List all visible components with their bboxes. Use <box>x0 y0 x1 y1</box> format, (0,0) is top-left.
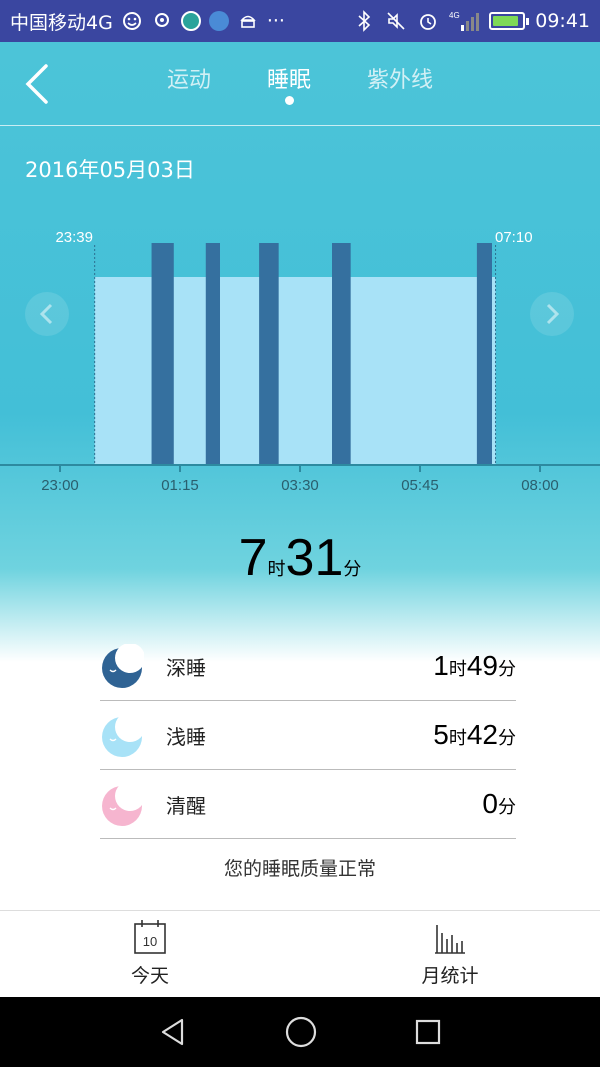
sleep-quality-text: 您的睡眠质量正常 <box>223 858 376 880</box>
deep-sleep-bar <box>332 243 351 465</box>
location-notification-icon <box>151 10 173 32</box>
hours-unit: 时 <box>267 559 286 580</box>
status-bar: 中国移动4G ··· 4G 09:41 <box>0 0 600 42</box>
bottom-tab-bar: 10 今天 月统计 <box>0 910 600 997</box>
tab-exercise[interactable]: 运动 <box>167 62 211 94</box>
stage-row-awake: 清醒 0分 <box>100 770 516 839</box>
home-circle-icon[interactable] <box>285 1016 317 1048</box>
stage-duration: 5时42分 <box>433 719 516 750</box>
deep-sleep-bar <box>476 243 492 465</box>
stage-row-deep: 深睡 1时49分 <box>100 632 516 701</box>
deep-sleep-bar <box>205 243 220 465</box>
x-tick-label: 05:45 <box>401 477 439 494</box>
tab-today[interactable]: 10 今天 <box>0 911 300 997</box>
x-tick-label: 03:30 <box>281 477 319 494</box>
tab-monthly-label: 月统计 <box>421 965 479 987</box>
total-hours: 7 <box>238 529 268 587</box>
deep-sleep-bar <box>151 243 174 465</box>
top-nav: 运动 睡眠 紫外线 <box>0 42 600 126</box>
battery-icon <box>489 12 530 30</box>
moon-deep-icon <box>102 644 144 688</box>
sleep-chart: 23:00 01:15 03:30 05:45 08:00 23:39 07:10 <box>0 229 600 494</box>
tab-monthly-stats[interactable]: 月统计 <box>300 911 600 997</box>
bar-chart-icon <box>435 925 465 954</box>
back-triangle-icon[interactable] <box>158 1017 188 1047</box>
recents-square-icon[interactable] <box>414 1018 442 1046</box>
tab-today-label: 今天 <box>130 965 169 987</box>
signal-icon: 4G <box>449 10 480 32</box>
system-nav-bar <box>0 997 600 1067</box>
stage-name: 清醒 <box>166 793 206 818</box>
sleep-start-label: 23:39 <box>55 229 93 246</box>
stage-duration: 1时49分 <box>433 650 516 681</box>
more-notifications-icon: ··· <box>266 10 285 32</box>
smiley-notification-icon <box>121 10 143 32</box>
stage-duration: 0分 <box>482 788 516 819</box>
stage-row-light: 浅睡 5时42分 <box>100 701 516 770</box>
sleep-end-label: 07:10 <box>495 229 533 246</box>
total-minutes: 31 <box>285 529 344 587</box>
moon-light-icon <box>102 713 144 757</box>
date-label: 2016年05月03日 <box>25 158 195 182</box>
app-notification-icon <box>180 11 201 31</box>
total-sleep: 7时31分 <box>0 528 600 588</box>
x-tick-label: 23:00 <box>41 477 79 494</box>
calendar-icon: 10 <box>134 920 166 954</box>
mute-icon <box>385 10 407 32</box>
clock-label: 09:41 <box>535 10 590 32</box>
moon-awake-icon <box>102 782 144 826</box>
alarm-icon <box>417 10 439 32</box>
minutes-unit: 分 <box>343 559 362 580</box>
sleep-stage-list: 深睡 1时49分 浅睡 5时42分 清醒 0分 <box>100 632 516 839</box>
app-notification-icon-2 <box>208 11 229 31</box>
x-tick-label: 08:00 <box>521 477 559 494</box>
network-type-label: 4G <box>449 11 460 20</box>
carrier-label: 中国移动4G <box>10 11 113 34</box>
active-tab-indicator <box>284 96 294 105</box>
bluetooth-icon <box>353 10 375 32</box>
svg-text:10: 10 <box>143 934 157 949</box>
tab-uv[interactable]: 紫外线 <box>367 62 433 94</box>
tab-sleep[interactable]: 睡眠 <box>267 62 311 105</box>
stage-name: 深睡 <box>166 655 206 680</box>
stage-name: 浅睡 <box>166 724 206 749</box>
deep-sleep-bar <box>259 243 279 465</box>
android-icon <box>237 10 259 32</box>
battery-fill <box>493 16 519 26</box>
x-tick-label: 01:15 <box>161 477 199 494</box>
